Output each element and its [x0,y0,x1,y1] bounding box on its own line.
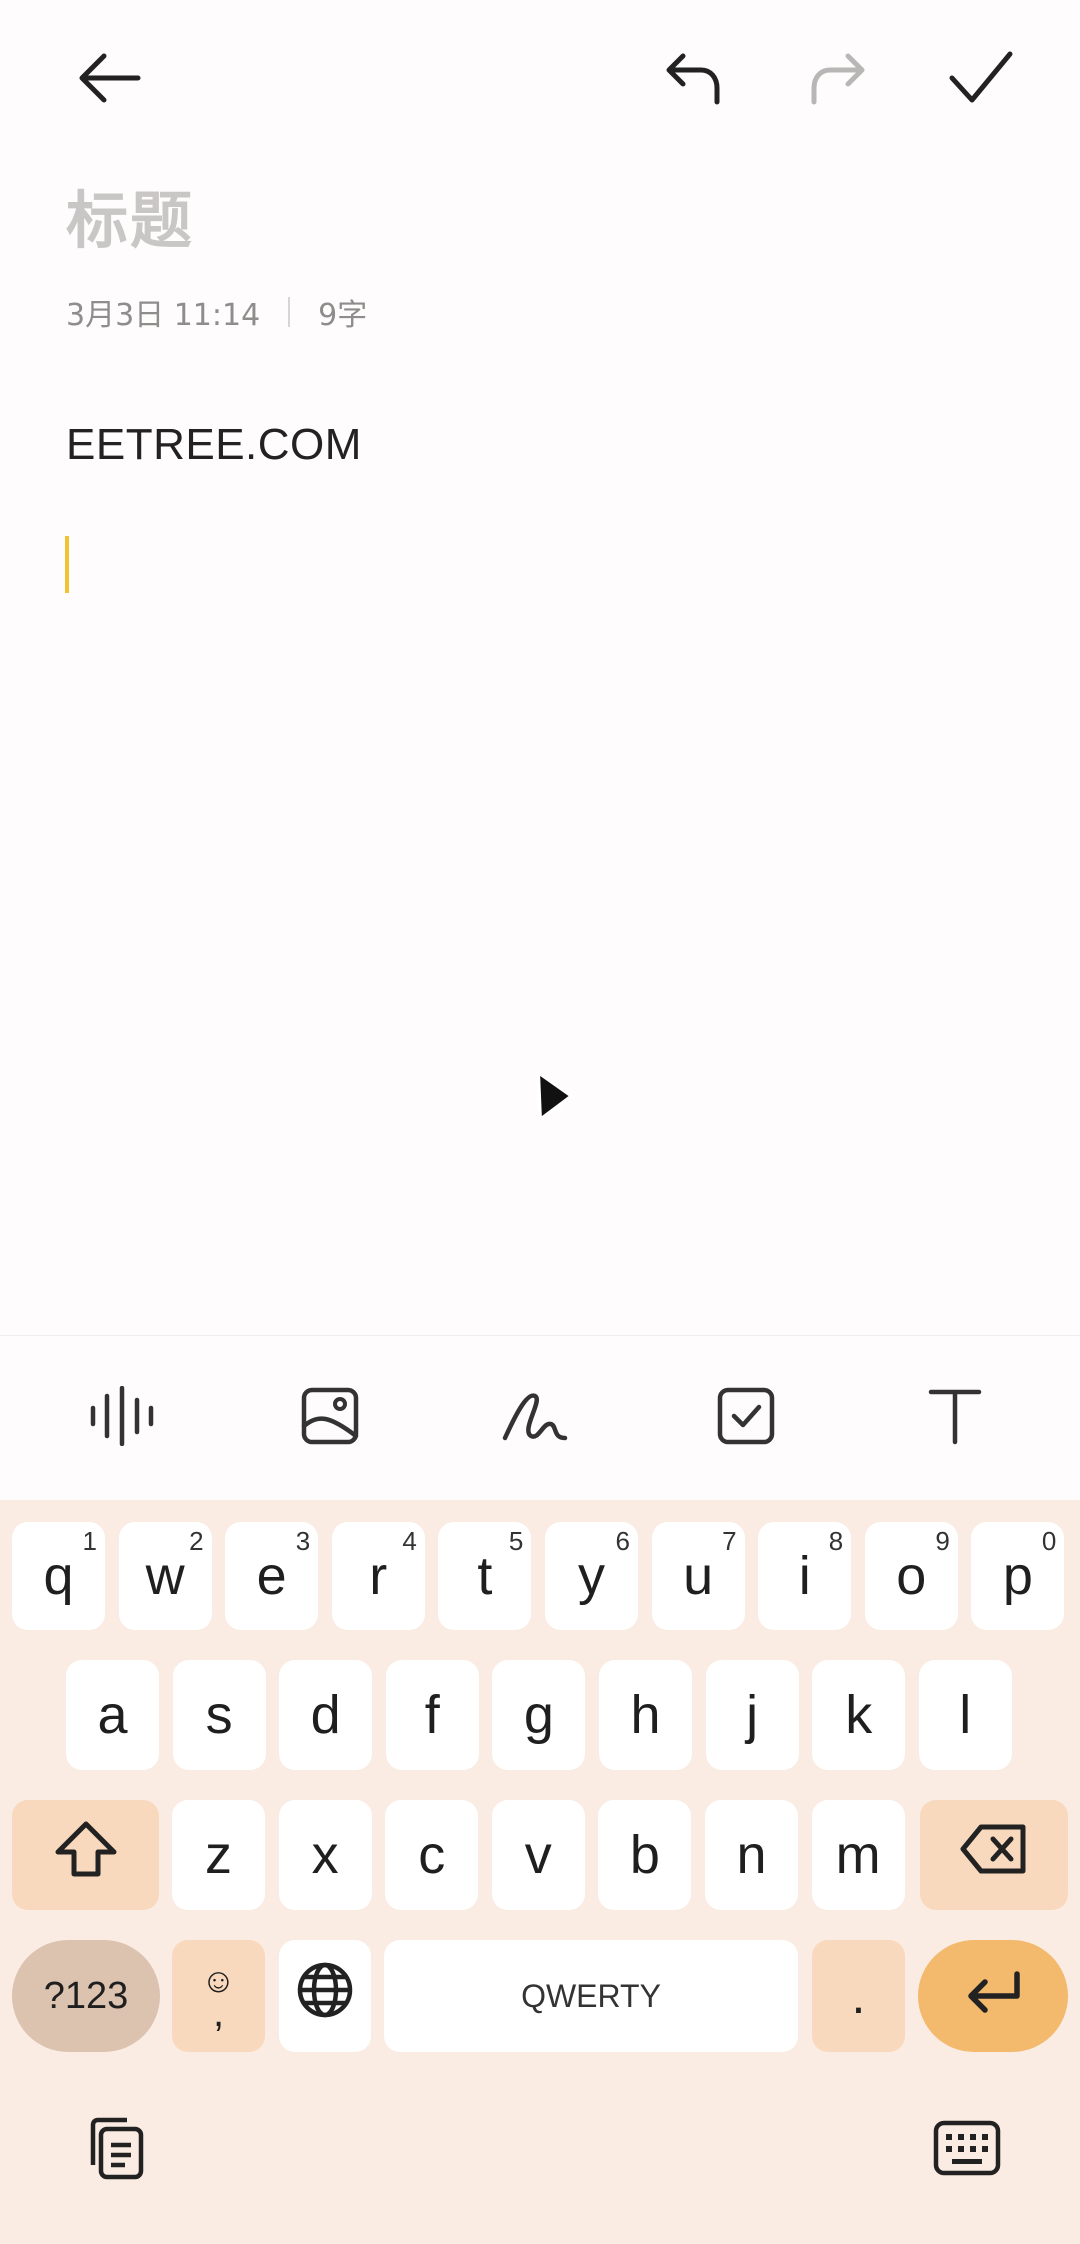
key-number-hint: 9 [935,1526,950,1556]
key-k[interactable]: k [812,1660,906,1770]
key-number-hint: 4 [402,1526,417,1556]
handwriting-button[interactable] [456,1336,616,1501]
key-number-hint: 0 [1041,1526,1057,1556]
key-j[interactable]: j [705,1660,799,1770]
note-toolbar [0,1335,1080,1501]
key-label: r [369,1546,388,1606]
hide-keyboard-button[interactable] [922,2105,1012,2195]
key-label: o [896,1546,927,1606]
space-key[interactable]: QWERTY [384,1940,798,2052]
key-s[interactable]: s [172,1660,266,1770]
undo-icon [663,48,723,108]
clipboard-icon [79,2115,145,2186]
key-q[interactable]: q1 [12,1522,105,1630]
key-t[interactable]: t5 [438,1522,532,1630]
key-number-hint: 3 [295,1526,311,1556]
emoji-comma-key[interactable]: ☺ , [172,1940,265,2052]
text-format-icon [927,1386,983,1451]
note-date: 3月3日 11:14 [66,298,261,333]
key-number-hint: 2 [189,1526,204,1556]
back-arrow-icon [74,48,144,108]
shift-key[interactable] [12,1800,159,1910]
note-char-count: 9字 [318,298,368,333]
key-f[interactable]: f [385,1660,479,1770]
globe-icon [296,1961,354,2032]
checklist-button[interactable] [666,1336,826,1501]
key-r[interactable]: r4 [331,1522,425,1630]
key-m[interactable]: m [811,1800,905,1910]
key-y[interactable]: y6 [545,1522,638,1630]
key-label: y [578,1546,605,1606]
key-p[interactable]: p0 [971,1522,1065,1630]
key-b[interactable]: b [598,1800,692,1910]
redo-icon [808,48,868,108]
backspace-icon [959,1823,1029,1888]
key-x[interactable]: x [278,1800,372,1910]
back-button[interactable] [54,23,164,133]
key-number-hint: 5 [508,1526,524,1556]
key-label: w [145,1546,185,1606]
soft-keyboard: q1w2e3r4t5y6u7i8o9p0 asdfghjkl zxcvbnm ?… [0,1500,1080,2244]
key-z[interactable]: z [172,1800,265,1910]
checklist-icon [716,1386,776,1451]
clipboard-button[interactable] [67,2105,157,2195]
handwriting-icon [501,1386,571,1451]
note-body-text[interactable]: EETREE.COM [66,420,362,470]
key-o[interactable]: o9 [864,1522,958,1630]
key-number-hint: 6 [615,1526,630,1556]
shift-arrow-icon [54,1820,118,1891]
key-label: p [1002,1546,1033,1606]
undo-button[interactable] [638,23,748,133]
period-key[interactable]: . [812,1940,905,2052]
key-l[interactable]: l [918,1660,1012,1770]
insert-image-button[interactable] [250,1336,410,1501]
key-w[interactable]: w2 [118,1522,212,1630]
save-check-button[interactable] [926,23,1036,133]
voice-waveform-icon [87,1385,157,1451]
text-format-button[interactable] [875,1336,1035,1501]
symbols-key[interactable]: ?123 [12,1940,160,2052]
key-i[interactable]: i8 [758,1522,852,1630]
key-label: i [798,1546,811,1606]
mouse-pointer-icon [530,1068,578,1129]
key-label: e [256,1546,287,1606]
comma-label: , [212,1991,225,2035]
check-icon [948,50,1014,106]
key-g[interactable]: g [492,1660,586,1770]
key-n[interactable]: n [705,1800,798,1910]
key-number-hint: 7 [722,1526,737,1556]
keyboard-icon [932,2119,1002,2182]
key-label: t [477,1546,493,1606]
note-meta: 3月3日 11:14 9字 [66,290,367,334]
key-h[interactable]: h [599,1660,692,1770]
key-label: u [683,1546,714,1606]
key-a[interactable]: a [66,1660,159,1770]
text-caret [65,536,69,593]
backspace-key[interactable] [920,1800,1068,1910]
key-e[interactable]: e3 [225,1522,319,1630]
key-v[interactable]: v [491,1800,585,1910]
meta-divider [288,297,291,327]
key-number-hint: 8 [828,1526,844,1556]
enter-arrow-icon [963,1965,1023,2027]
enter-key[interactable] [918,1940,1068,2052]
key-c[interactable]: c [385,1800,479,1910]
key-label: q [43,1546,74,1606]
language-key[interactable] [279,1940,371,2052]
note-title-input[interactable]: 标题 [66,170,194,260]
key-d[interactable]: d [279,1660,373,1770]
key-u[interactable]: u7 [651,1522,745,1630]
key-number-hint: 1 [82,1526,97,1556]
image-icon [300,1386,360,1451]
voice-input-button[interactable] [42,1336,202,1501]
redo-button[interactable] [783,23,893,133]
